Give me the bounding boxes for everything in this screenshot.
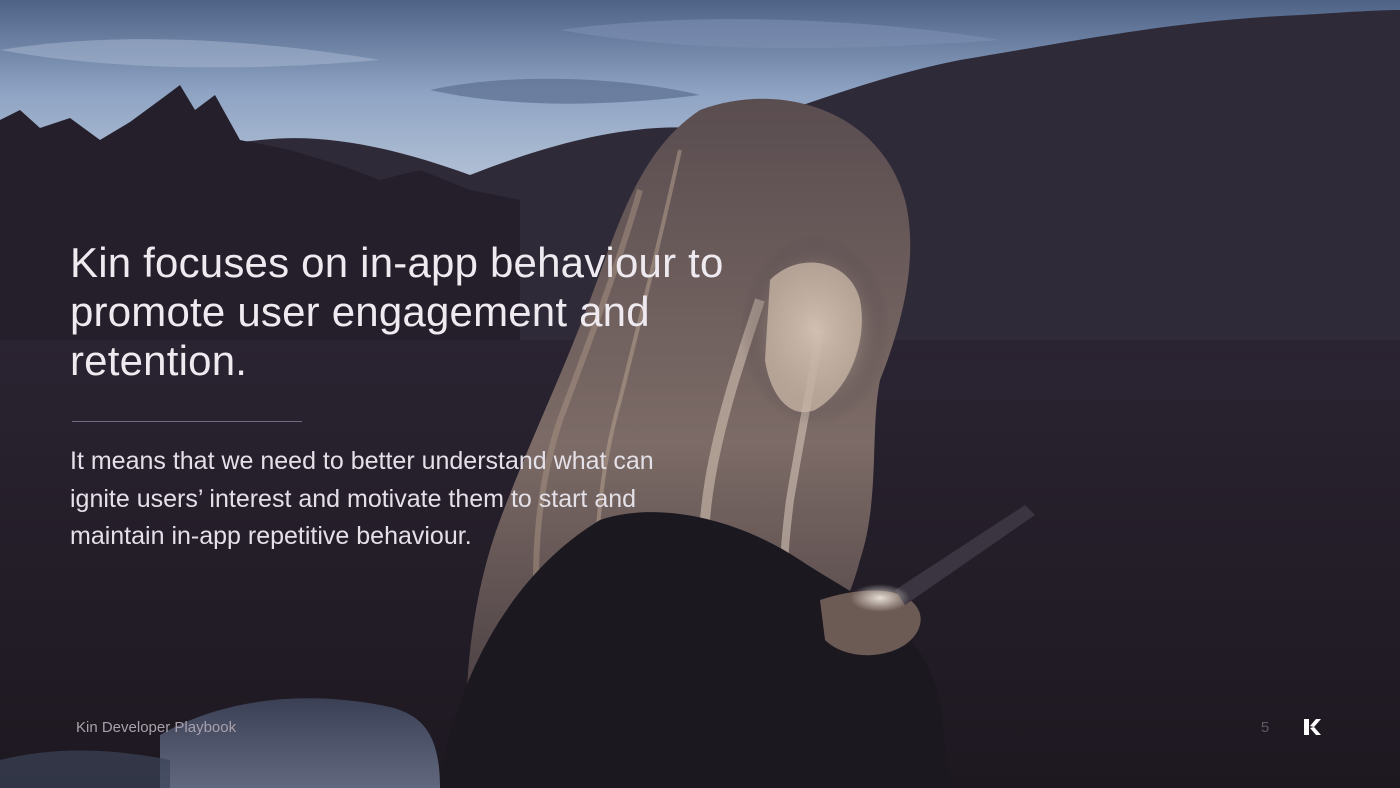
slide-body-text: It means that we need to better understa…	[70, 447, 654, 550]
footer-title: Kin Developer Playbook	[76, 719, 237, 736]
slide-headline: Kin focuses on in-app behaviour to promo…	[70, 239, 724, 384]
background-photo	[0, 0, 1400, 788]
headline-divider	[72, 421, 302, 422]
kin-logo-icon	[1304, 719, 1321, 735]
presentation-slide: Kin focuses on in-app behaviour to promo…	[0, 0, 1400, 788]
page-number: 5	[1260, 719, 1270, 736]
